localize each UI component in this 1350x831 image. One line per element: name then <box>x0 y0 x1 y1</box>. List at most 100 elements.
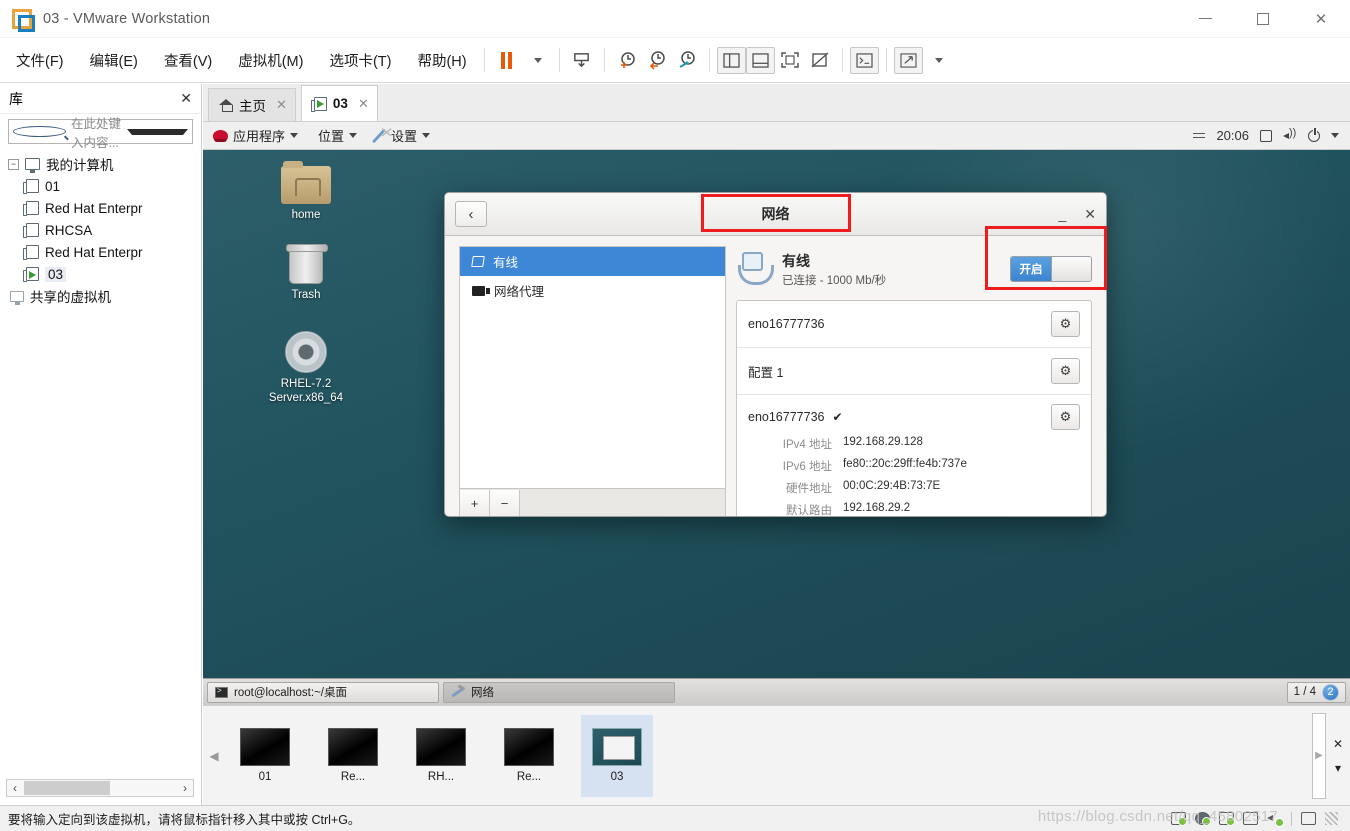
profile-row-eno16777736[interactable]: eno16777736 ⚙ <box>737 301 1091 348</box>
thumbnails-prev-button[interactable]: ◀ <box>203 749 225 763</box>
redhat-icon <box>213 129 228 142</box>
detail-value: fe80::20c:29ff:fe4b:737e <box>843 458 967 470</box>
usb-status-icon[interactable] <box>1301 812 1316 825</box>
thumbnail-re-1[interactable]: Re... <box>317 715 389 797</box>
thumbnail-bar-menu-button[interactable]: ▾ <box>1335 761 1341 775</box>
remove-network-button[interactable]: − <box>490 489 520 516</box>
scroll-right-icon[interactable]: › <box>177 781 193 795</box>
gear-icon[interactable]: ⚙ <box>1051 404 1080 430</box>
taskbar-item-terminal[interactable]: root@localhost:~/桌面 <box>207 681 439 703</box>
thumbnail-rh[interactable]: RH... <box>405 715 477 797</box>
close-button[interactable]: ✕ <box>1292 0 1350 38</box>
thumbnail-re-2[interactable]: Re... <box>493 715 565 797</box>
thumbnail-01[interactable]: 01 <box>229 715 301 797</box>
list-item-network-proxy[interactable]: 网络代理 <box>460 276 725 305</box>
maximize-button[interactable] <box>1234 0 1292 38</box>
taskbar-item-network[interactable]: 网络 <box>443 681 675 703</box>
network-adapter-status-icon[interactable] <box>1219 812 1235 826</box>
console-button[interactable] <box>849 46 879 74</box>
dialog-window-controls: _ ✕ <box>1058 206 1096 223</box>
gear-icon[interactable]: ⚙ <box>1051 358 1080 384</box>
volume-icon[interactable] <box>1283 127 1297 142</box>
tree-node-vm-01[interactable]: 01 <box>23 175 201 197</box>
menu-edit[interactable]: 编辑(E) <box>80 46 148 75</box>
show-library-button[interactable] <box>716 46 746 74</box>
library-horizontal-scrollbar[interactable]: ‹ › <box>6 779 194 797</box>
add-network-button[interactable]: + <box>460 489 490 516</box>
list-item-label: 有线 <box>493 256 519 270</box>
clock[interactable]: 20:06 <box>1216 128 1249 143</box>
printer-status-icon[interactable] <box>1243 812 1258 825</box>
chevron-down-icon[interactable] <box>1331 133 1339 138</box>
gnome-places-menu[interactable]: 位置 <box>308 122 367 150</box>
toolbar-separator <box>841 48 843 72</box>
display-icon[interactable] <box>1260 129 1272 142</box>
sound-card-status-icon[interactable] <box>1267 812 1284 827</box>
take-snapshot-button[interactable] <box>612 45 642 75</box>
desktop-icon-trash[interactable]: Trash <box>251 244 361 302</box>
vm-taskbar: root@localhost:~/桌面 网络 1 / 4 2 <box>203 678 1350 705</box>
expander-icon[interactable]: − <box>8 158 19 170</box>
snapshot-manager-button[interactable] <box>567 45 597 75</box>
power-dropdown-button[interactable] <box>522 45 552 75</box>
menu-help[interactable]: 帮助(H) <box>407 46 476 75</box>
folder-icon <box>281 161 331 204</box>
stretch-button[interactable] <box>893 46 923 74</box>
fullscreen-button[interactable] <box>775 45 805 75</box>
chevron-down-icon[interactable] <box>127 128 188 135</box>
show-thumbnails-button[interactable] <box>745 46 775 74</box>
library-close-button[interactable]: ✕ <box>180 90 192 107</box>
tree-node-vm-rhel-1[interactable]: Red Hat Enterpr <box>23 197 201 219</box>
tree-label: Red Hat Enterpr <box>45 244 143 260</box>
gnome-applications-menu[interactable]: 应用程序 <box>203 122 308 150</box>
unity-mode-button[interactable] <box>805 45 835 75</box>
menu-vm[interactable]: 虚拟机(M) <box>228 46 313 75</box>
tab-close-icon[interactable]: ✕ <box>358 96 369 112</box>
power-icon[interactable] <box>1308 127 1320 142</box>
tab-home[interactable]: 主页 ✕ <box>208 88 296 121</box>
workspace-indicator[interactable]: 1 / 4 2 <box>1286 681 1346 703</box>
desktop-icon-rhel-iso[interactable]: RHEL-7.2 Server.x86_64 <box>251 330 361 406</box>
desktop-icon-label: Trash <box>291 289 321 302</box>
menu-view[interactable]: 查看(V) <box>154 46 222 75</box>
stretch-dropdown-button[interactable] <box>923 45 953 75</box>
scroll-left-icon[interactable]: ‹ <box>7 781 23 795</box>
minimize-button[interactable] <box>1176 0 1234 38</box>
tree-node-vm-rhel-2[interactable]: Red Hat Enterpr <box>23 241 201 263</box>
gnome-settings-menu[interactable]: 设置 <box>367 122 440 150</box>
tab-vm-03[interactable]: 03 ✕ <box>300 85 378 121</box>
network-enable-toggle[interactable]: 开启 <box>1010 256 1092 282</box>
revert-snapshot-button[interactable] <box>642 45 672 75</box>
menu-file[interactable]: 文件(F) <box>6 46 74 75</box>
show-thumbnails-icon <box>751 52 769 68</box>
dialog-minimize-button[interactable]: _ <box>1058 206 1066 222</box>
tree-node-shared-vms[interactable]: 共享的虚拟机 <box>8 285 201 307</box>
library-search-box[interactable]: 在此处键入内容... <box>8 117 193 150</box>
profile-row-config-1[interactable]: 配置 1 ⚙ <box>737 348 1091 395</box>
thumbnails-next-button[interactable]: ▶ <box>1312 712 1326 799</box>
accessibility-icon[interactable] <box>1193 132 1206 139</box>
desktop-icon-home[interactable]: home <box>251 161 361 222</box>
tree-node-vm-03[interactable]: 03 <box>23 263 201 285</box>
scrollbar-thumb[interactable] <box>24 781 110 795</box>
library-header: 库 ✕ <box>0 84 201 114</box>
pause-button[interactable] <box>492 45 522 75</box>
thumbnail-03[interactable]: 03 <box>581 714 653 797</box>
title-bar: 03 - VMware Workstation ✕ <box>0 0 1350 38</box>
hard-disk-status-icon[interactable] <box>1171 812 1187 826</box>
list-item-wired[interactable]: 有线 <box>460 247 725 276</box>
cd-drive-status-icon[interactable] <box>1195 812 1211 826</box>
tree-node-my-computer[interactable]: − 我的计算机 <box>8 153 201 175</box>
ethernet-cable-icon <box>736 252 774 286</box>
gear-icon[interactable]: ⚙ <box>1051 311 1080 337</box>
vm-console-screen[interactable]: 应用程序 位置 设置 20:06)) home Trash RHEL-7.2 … <box>203 122 1350 705</box>
tree-label: 我的计算机 <box>46 158 114 173</box>
manage-snapshots-button[interactable] <box>672 45 702 75</box>
resize-grip[interactable] <box>1325 812 1338 825</box>
tab-close-icon[interactable]: ✕ <box>276 97 287 113</box>
menu-tabs[interactable]: 选项卡(T) <box>319 46 401 75</box>
dialog-close-button[interactable]: ✕ <box>1084 206 1096 223</box>
thumbnail-bar-close-button[interactable]: ✕ <box>1333 737 1343 751</box>
manage-snapshots-icon <box>679 51 695 68</box>
tree-node-vm-rhcsa[interactable]: RHCSA <box>23 219 201 241</box>
